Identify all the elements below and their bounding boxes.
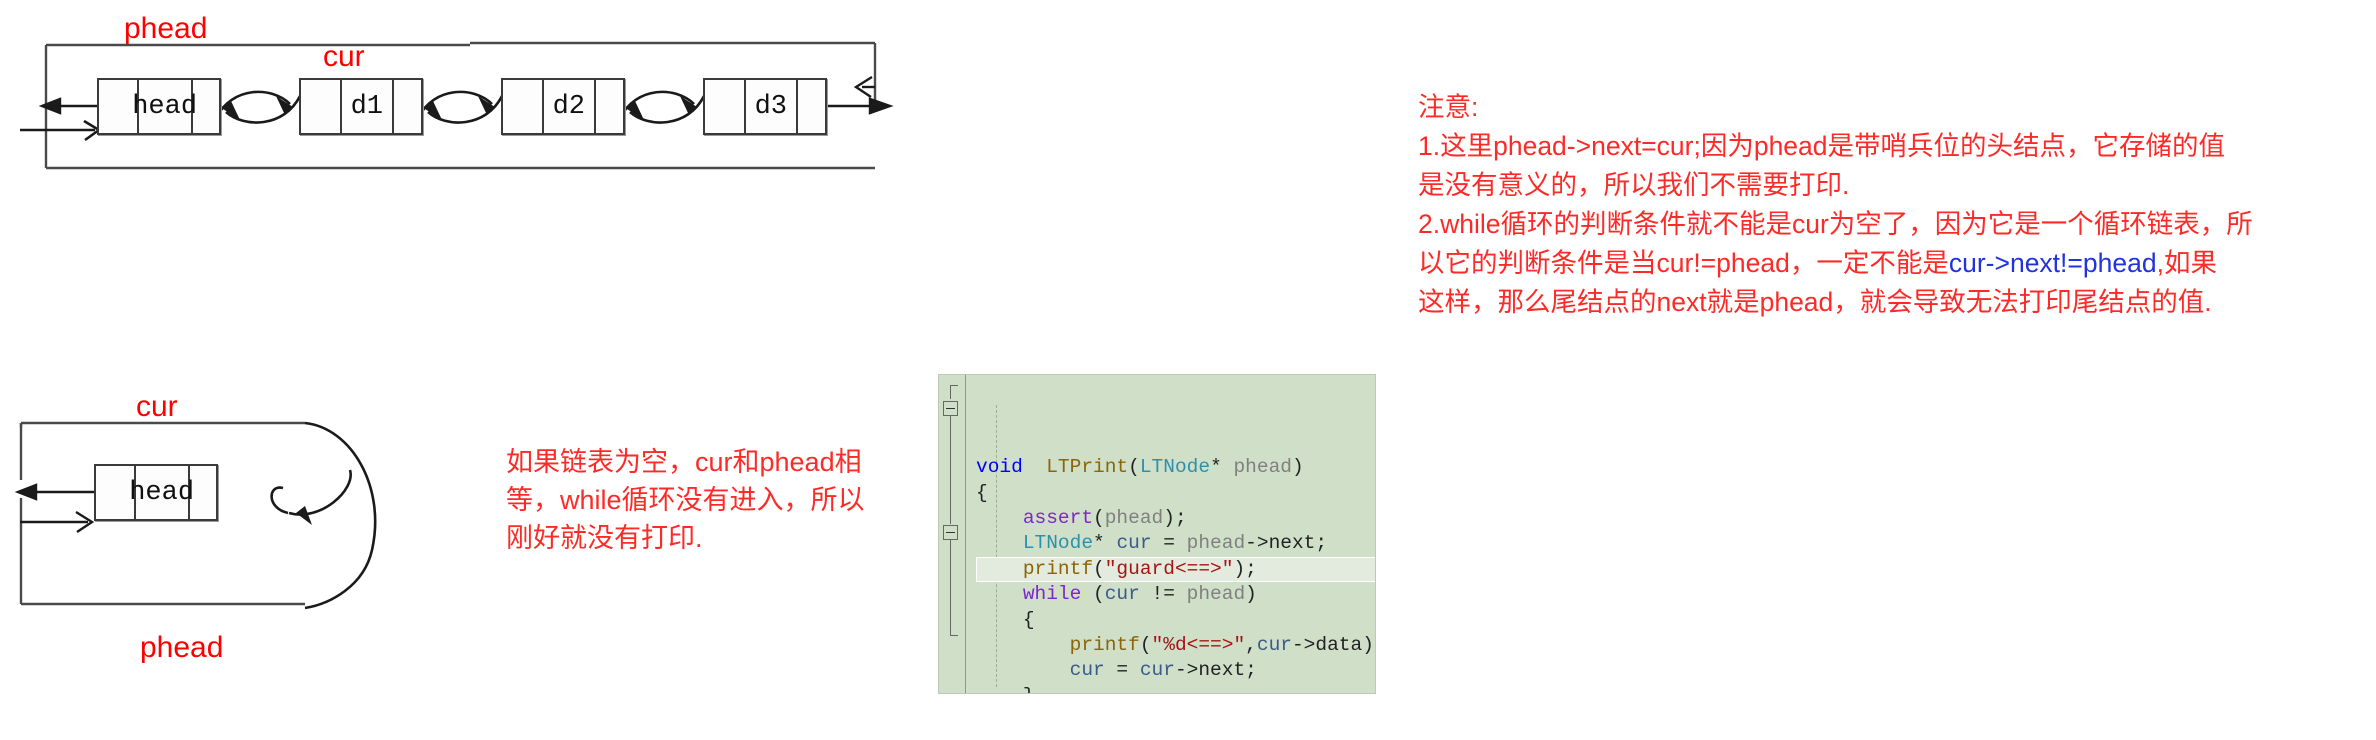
fold-tick-bottom (950, 635, 958, 636)
code-line: { (976, 481, 988, 504)
notes-line: 这样，那么尾结点的next就是phead，就会导致无法打印尾结点的值. (1418, 287, 2212, 317)
code-fold-gutter[interactable] (939, 375, 966, 693)
notes-lines: 1.这里phead->next=cur;因为phead是带哨兵位的头结点，它存储… (1418, 127, 2253, 322)
notes-line: 2.while循环的判断条件就不能是cur为空了，因为它是一个循环链表，所 (1418, 209, 2253, 239)
empty-list-note: 如果链表为空，cur和phead相 等，while循环没有进入，所以 刚好就没有… (506, 443, 896, 557)
node-d1: d1 (299, 78, 423, 135)
code-line: printf("guard<==>"); (976, 556, 1375, 583)
fold-line-while (950, 540, 951, 635)
notes-line: 1.这里phead->next=cur;因为phead是带哨兵位的头结点，它存储… (1418, 131, 2226, 161)
node-head-prev (99, 80, 137, 133)
node-d2-prev (503, 80, 542, 133)
node-d3-value: d3 (743, 80, 798, 133)
code-line: cur = cur->next; (1069, 659, 1257, 682)
notes-title: 注意: (1418, 92, 1479, 122)
node-head-empty-prev (96, 466, 134, 519)
code-line: while (cur != phead) (1022, 583, 1257, 606)
node-d1-next (394, 80, 421, 133)
top-linked-list-diagram: phead cur head d1 d2 d3 (0, 0, 920, 250)
node-head-empty: head (94, 464, 218, 521)
empty-list-note-line-1: 如果链表为空，cur和phead相 (506, 447, 862, 477)
node-d2-next (596, 80, 623, 133)
bottom-diagram-lines (14, 421, 377, 610)
node-d3: d3 (703, 78, 827, 135)
node-d1-prev (301, 80, 340, 133)
node-d2-value: d2 (541, 80, 596, 133)
fold-tick-top (950, 385, 958, 386)
node-d3-next (798, 80, 825, 133)
code-line: void LTPrint(LTNode* phead) (976, 456, 1304, 479)
code-line: LTNode* cur = phead->next; (1022, 532, 1328, 555)
node-d3-prev (705, 80, 744, 133)
screenshot-canvas: phead cur head d1 d2 d3 cur phead head 如… (0, 0, 2376, 740)
code-block: void LTPrint(LTNode* phead){ assert(phea… (938, 374, 1376, 694)
node-head-empty-next (190, 466, 216, 519)
fold-marker-while[interactable] (943, 525, 958, 540)
node-head-value: head (132, 80, 197, 133)
code-line: printf("%d<==>",cur->data); (1069, 633, 1375, 656)
node-head-empty-value: head (129, 466, 194, 519)
node-d1-value: d1 (339, 80, 394, 133)
fold-line-function (950, 416, 951, 524)
code-line: assert(phead); (1022, 507, 1187, 529)
code-line: } (976, 684, 1375, 693)
empty-list-note-line-3: 刚好就没有打印. (506, 523, 703, 553)
notes-line: 以它的判断条件是当cur!=phead，一定不能是cur->next!=phea… (1418, 248, 2217, 278)
empty-list-diagram: cur phead head (0, 380, 520, 670)
notes-panel: 注意: 1.这里phead->next=cur;因为phead是带哨兵位的头结点… (1418, 88, 2253, 322)
fold-marker-function[interactable] (943, 401, 958, 416)
code-lines: void LTPrint(LTNode* phead){ assert(phea… (976, 455, 1375, 693)
node-d2: d2 (501, 78, 625, 135)
fold-line-top (950, 385, 951, 399)
code-text[interactable]: void LTPrint(LTNode* phead){ assert(phea… (966, 375, 1375, 693)
code-line: { (1022, 608, 1035, 631)
empty-list-note-line-2: 等，while循环没有进入，所以 (506, 485, 865, 515)
node-head-next (193, 80, 219, 133)
notes-line: 是没有意义的，所以我们不需要打印. (1418, 170, 1850, 200)
node-head: head (97, 78, 221, 135)
